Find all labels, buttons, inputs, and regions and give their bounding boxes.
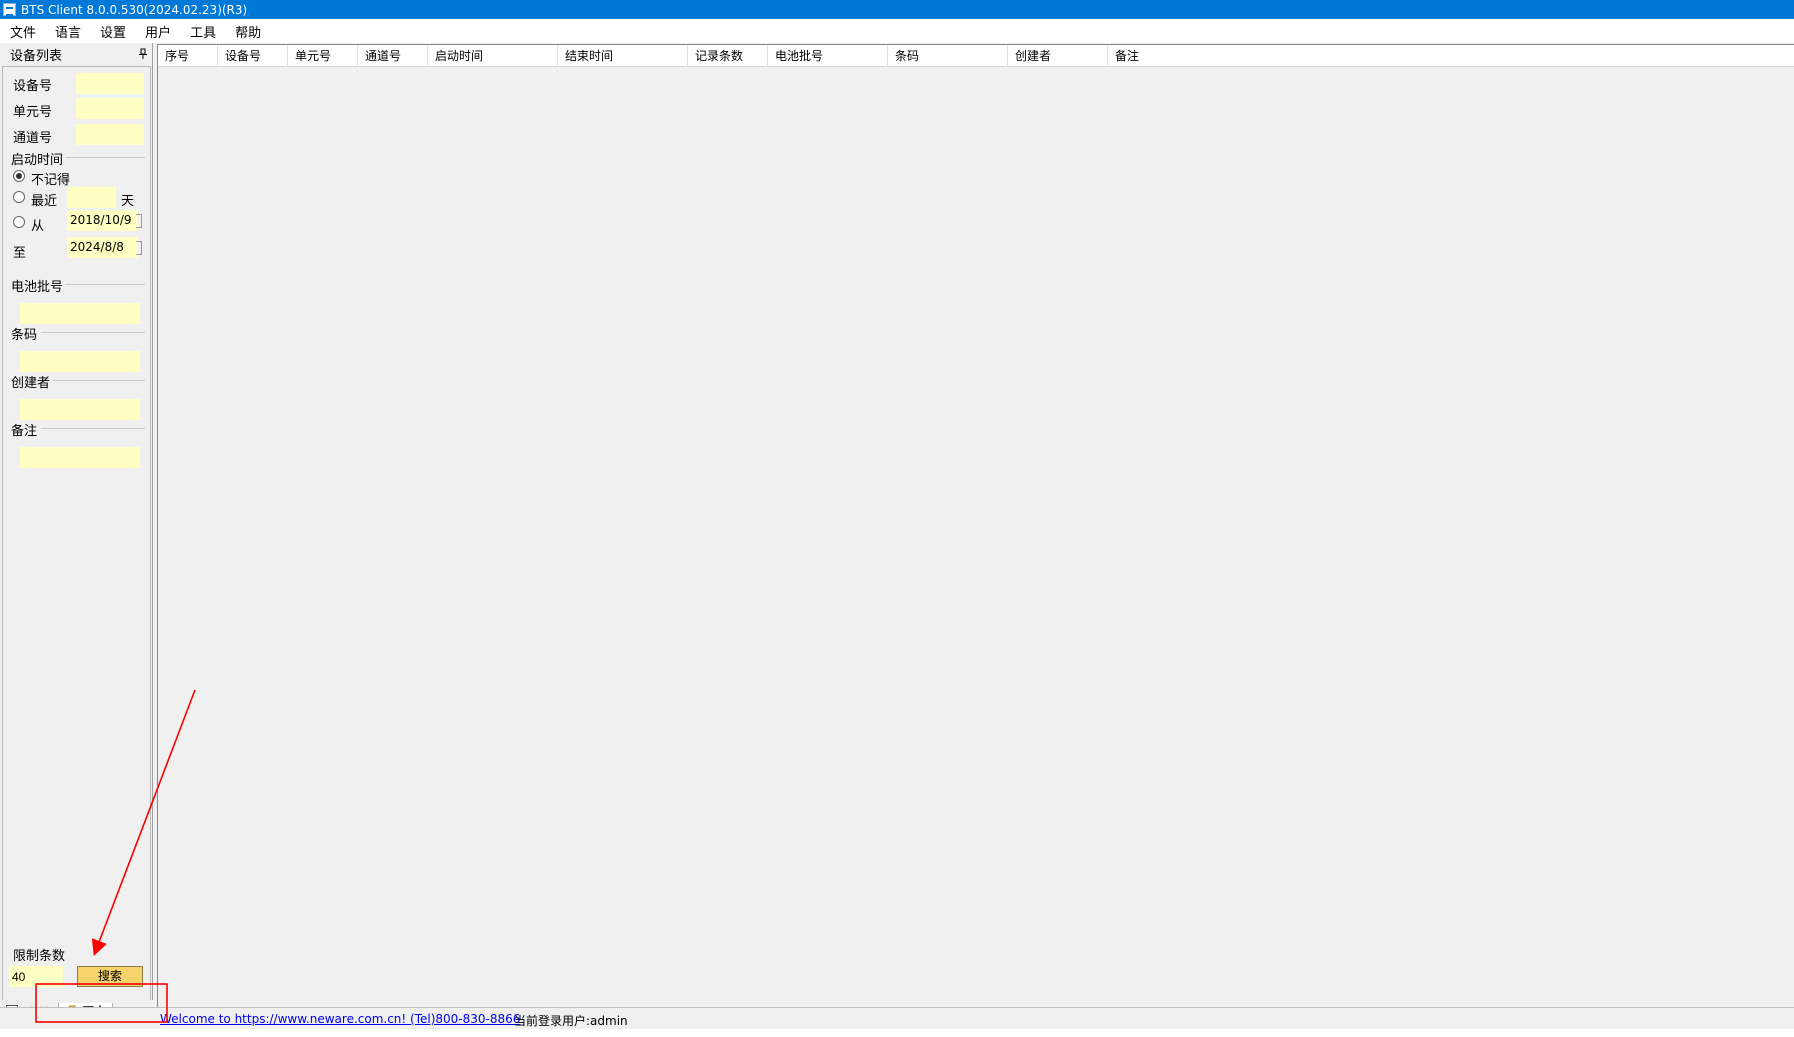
channel-input[interactable] [76, 124, 144, 145]
search-button[interactable]: 搜索 [77, 966, 143, 987]
records-grid[interactable]: 序号 设备号 单元号 通道号 启动时间 结束时间 记录条数 电池批号 条码 创建… [157, 44, 1794, 1007]
bottom-strip [0, 1029, 1794, 1037]
radio-unknown[interactable] [13, 170, 25, 182]
pin-icon[interactable] [138, 48, 148, 60]
battery-batch-label: 电池批号 [11, 276, 63, 295]
column-header[interactable]: 通道号 [358, 45, 428, 67]
remark-label: 备注 [11, 420, 37, 439]
remark-input[interactable] [20, 447, 140, 468]
title-bar: BTS Client 8.0.0.530(2024.02.23)(R3) [0, 0, 1794, 19]
menu-help[interactable]: 帮助 [229, 22, 267, 41]
group-divider [53, 380, 145, 381]
column-header[interactable]: 序号 [158, 45, 218, 67]
device-label: 设备号 [13, 75, 52, 94]
channel-label: 通道号 [13, 127, 52, 146]
barcode-input[interactable] [20, 351, 140, 372]
column-header[interactable]: 启动时间 [428, 45, 558, 67]
barcode-label: 条码 [11, 324, 37, 343]
to-date-dropdown-icon[interactable] [136, 241, 142, 255]
menu-user[interactable]: 用户 [139, 22, 177, 41]
column-header[interactable]: 备注 [1108, 45, 1228, 67]
creator-input[interactable] [20, 399, 140, 420]
column-header[interactable]: 结束时间 [558, 45, 688, 67]
website-link[interactable]: Welcome to https://www.neware.com.cn! (T… [160, 1012, 520, 1026]
to-date-picker[interactable]: 2024/8/8 [67, 237, 138, 258]
group-divider [41, 332, 145, 333]
days-unit-label: 天 [121, 190, 134, 209]
device-input[interactable] [76, 73, 144, 94]
limit-label: 限制条数 [13, 945, 65, 964]
column-header[interactable]: 设备号 [218, 45, 288, 67]
radio-recent[interactable] [13, 191, 25, 203]
column-header[interactable]: 条码 [888, 45, 1008, 67]
column-header[interactable]: 记录条数 [688, 45, 768, 67]
from-date-picker[interactable]: 2018/10/9 [67, 210, 138, 231]
radio-unknown-label: 不记得 [31, 169, 70, 188]
menu-bar: 文件 语言 设置 用户 工具 帮助 [0, 19, 1794, 43]
battery-batch-input[interactable] [20, 303, 140, 324]
panel-title: 设备列表 [10, 45, 62, 64]
menu-language[interactable]: 语言 [49, 22, 87, 41]
app-icon [3, 3, 16, 16]
login-user-text: 当前登录用户:admin [514, 1012, 628, 1029]
panel-header: 设备列表 [0, 43, 153, 65]
recent-days-input[interactable] [67, 187, 116, 208]
column-header[interactable]: 电池批号 [768, 45, 888, 67]
unit-label: 单元号 [13, 101, 52, 120]
from-date-dropdown-icon[interactable] [136, 214, 142, 228]
column-header[interactable]: 创建者 [1008, 45, 1108, 67]
device-list-panel: 设备列表 设备号 单元号 通道号 启动时间 不记得 最近 天 从 2018/10… [0, 43, 153, 1005]
grid-header: 序号 设备号 单元号 通道号 启动时间 结束时间 记录条数 电池批号 条码 创建… [158, 45, 1794, 67]
creator-label: 创建者 [11, 372, 50, 391]
group-divider [65, 284, 145, 285]
start-time-group-label: 启动时间 [11, 149, 63, 168]
search-form: 设备号 单元号 通道号 启动时间 不记得 最近 天 从 2018/10/9 至 … [2, 66, 151, 1003]
limit-input[interactable] [9, 966, 63, 987]
window-title: BTS Client 8.0.0.530(2024.02.23)(R3) [21, 3, 247, 17]
group-divider [65, 157, 145, 158]
status-bar: Welcome to https://www.neware.com.cn! (T… [0, 1007, 1794, 1029]
menu-settings[interactable]: 设置 [94, 22, 132, 41]
unit-input[interactable] [76, 98, 144, 119]
to-label: 至 [13, 242, 26, 261]
radio-from[interactable] [13, 216, 25, 228]
menu-file[interactable]: 文件 [4, 22, 42, 41]
radio-recent-label: 最近 [31, 190, 57, 209]
menu-tools[interactable]: 工具 [184, 22, 222, 41]
column-header[interactable]: 单元号 [288, 45, 358, 67]
group-divider [41, 428, 145, 429]
radio-from-label: 从 [31, 215, 44, 234]
